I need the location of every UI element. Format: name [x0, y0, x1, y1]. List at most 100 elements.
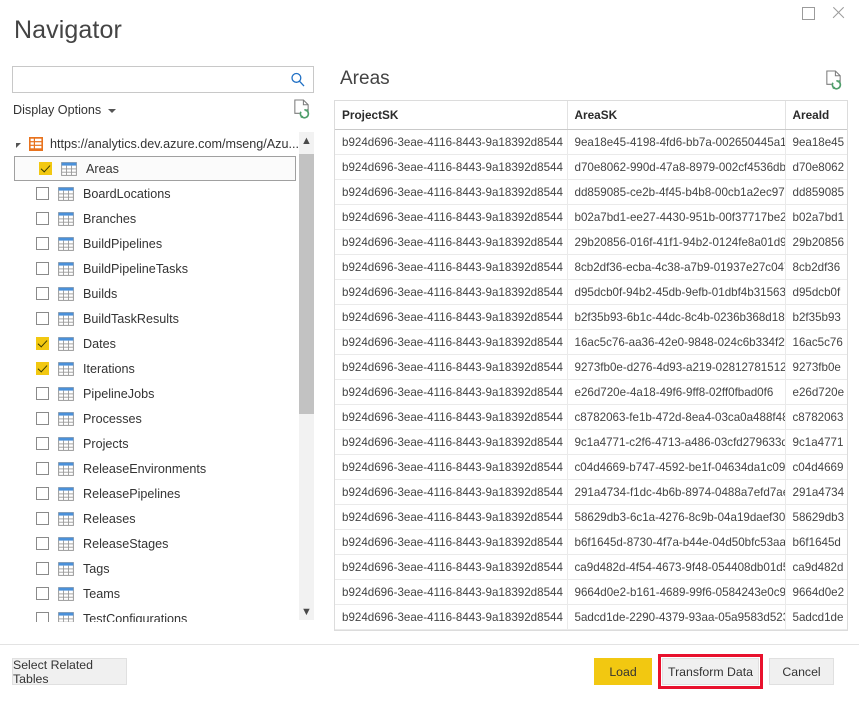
tree-item-tags[interactable]: Tags: [12, 556, 300, 581]
table-row[interactable]: b924d696-3eae-4116-8443-9a18392d8544 c04d…: [335, 454, 847, 480]
table-row[interactable]: b924d696-3eae-4116-8443-9a18392d8544 5adc…: [335, 604, 847, 630]
table-cell: 16ac5c76: [785, 329, 847, 355]
table-row[interactable]: b924d696-3eae-4116-8443-9a18392d8544 9c1a…: [335, 429, 847, 455]
search-input[interactable]: [19, 67, 291, 94]
scrollbar-thumb[interactable]: [299, 154, 314, 414]
tree-item-releasepipelines[interactable]: ReleasePipelines: [12, 481, 300, 506]
table-row[interactable]: b924d696-3eae-4116-8443-9a18392d8544 9664…: [335, 579, 847, 605]
table-row[interactable]: b924d696-3eae-4116-8443-9a18392d8544 b2f3…: [335, 304, 847, 330]
title-bar: [0, 0, 859, 26]
tree-item-buildpipelinetasks[interactable]: BuildPipelineTasks: [12, 256, 300, 281]
search-icon[interactable]: [290, 71, 306, 88]
table-cell: b02a7bd1-ee27-4430-951b-00f37717be21: [567, 204, 786, 230]
table-row[interactable]: b924d696-3eae-4116-8443-9a18392d8544 b02a…: [335, 204, 847, 230]
table-cell: b924d696-3eae-4116-8443-9a18392d8544: [335, 229, 568, 255]
table-cell: 58629db3-6c1a-4276-8c9b-04a19daef30a: [567, 504, 786, 530]
maximize-button[interactable]: [793, 2, 823, 24]
checkbox[interactable]: [36, 237, 49, 250]
checkbox[interactable]: [36, 362, 49, 375]
column-header-areaid[interactable]: AreaId: [785, 101, 847, 130]
tree-item-buildtaskresults[interactable]: BuildTaskResults: [12, 306, 300, 331]
column-header-projectsk[interactable]: ProjectSK: [335, 101, 568, 130]
checkbox[interactable]: [36, 437, 49, 450]
chevron-down-icon[interactable]: ▼: [299, 603, 314, 620]
table-row[interactable]: b924d696-3eae-4116-8443-9a18392d8544 8cb2…: [335, 254, 847, 280]
tree-item-processes[interactable]: Processes: [12, 406, 300, 431]
tree-item-list: Areas BoardLocations Branches BuildPipeline…: [12, 156, 300, 622]
table-icon: [58, 186, 74, 201]
tree-item-label: TestConfigurations: [83, 611, 188, 623]
tree-item-boardlocations[interactable]: BoardLocations: [12, 181, 300, 206]
column-header-areask[interactable]: AreaSK: [567, 101, 786, 130]
tree-item-builds[interactable]: Builds: [12, 281, 300, 306]
table-cell: e26d720e-4a18-49f6-9ff8-02ff0fbad0f6: [567, 379, 786, 405]
tree-item-releaseenvironments[interactable]: ReleaseEnvironments: [12, 456, 300, 481]
tree-item-iterations[interactable]: Iterations: [12, 356, 300, 381]
tree-item-dates[interactable]: Dates: [12, 331, 300, 356]
table-row[interactable]: b924d696-3eae-4116-8443-9a18392d8544 d70e…: [335, 154, 847, 180]
tree-item-projects[interactable]: Projects: [12, 431, 300, 456]
table-row[interactable]: b924d696-3eae-4116-8443-9a18392d8544 16ac…: [335, 329, 847, 355]
checkbox[interactable]: [36, 412, 49, 425]
checkbox[interactable]: [36, 337, 49, 350]
table-row[interactable]: b924d696-3eae-4116-8443-9a18392d8544 9273…: [335, 354, 847, 380]
table-cell: b924d696-3eae-4116-8443-9a18392d8544: [335, 154, 568, 180]
tree-item-buildpipelines[interactable]: BuildPipelines: [12, 231, 300, 256]
load-button[interactable]: Load: [594, 658, 652, 685]
close-button[interactable]: [823, 2, 853, 24]
preview-grid[interactable]: ProjectSK AreaSK AreaId b924d696-3eae-4116…: [334, 100, 848, 631]
refresh-document-icon[interactable]: [292, 99, 311, 120]
tree-item-branches[interactable]: Branches: [12, 206, 300, 231]
triangle-expanded-icon[interactable]: [16, 142, 21, 148]
table-cell: b924d696-3eae-4116-8443-9a18392d8544: [335, 429, 568, 455]
tree-root-node[interactable]: https://analytics.dev.azure.com/mseng/Az…: [12, 132, 300, 156]
tree-item-teams[interactable]: Teams: [12, 581, 300, 606]
table-row[interactable]: b924d696-3eae-4116-8443-9a18392d8544 ca9d…: [335, 554, 847, 580]
checkbox[interactable]: [39, 162, 52, 175]
table-row[interactable]: b924d696-3eae-4116-8443-9a18392d8544 29b2…: [335, 229, 847, 255]
table-row[interactable]: b924d696-3eae-4116-8443-9a18392d8544 9ea1…: [335, 129, 847, 155]
tree-item-areas[interactable]: Areas: [14, 156, 296, 181]
table-row[interactable]: b924d696-3eae-4116-8443-9a18392d8544 b6f1…: [335, 529, 847, 555]
table-cell: b02a7bd1: [785, 204, 847, 230]
checkbox[interactable]: [36, 387, 49, 400]
chevron-up-icon[interactable]: ▲: [299, 132, 314, 149]
checkbox[interactable]: [36, 562, 49, 575]
checkbox[interactable]: [36, 312, 49, 325]
table-row[interactable]: b924d696-3eae-4116-8443-9a18392d8544 291a…: [335, 479, 847, 505]
cancel-button[interactable]: Cancel: [769, 658, 834, 685]
display-options-dropdown[interactable]: Display Options: [13, 103, 117, 117]
table-icon: [58, 411, 74, 426]
checkbox[interactable]: [36, 487, 49, 500]
transform-data-button[interactable]: Transform Data: [662, 658, 759, 685]
checkbox[interactable]: [36, 537, 49, 550]
checkbox[interactable]: [36, 512, 49, 525]
checkbox[interactable]: [36, 612, 49, 622]
tree-item-testconfigurations[interactable]: TestConfigurations: [12, 606, 300, 622]
search-box[interactable]: [12, 66, 314, 94]
checkbox[interactable]: [36, 462, 49, 475]
tree-item-releases[interactable]: Releases: [12, 506, 300, 531]
table-cell: 29b20856: [785, 229, 847, 255]
select-related-tables-button[interactable]: Select Related Tables: [12, 658, 127, 686]
table-row[interactable]: b924d696-3eae-4116-8443-9a18392d8544 dd85…: [335, 179, 847, 205]
tree-item-releasestages[interactable]: ReleaseStages: [12, 531, 300, 556]
refresh-document-icon[interactable]: [824, 70, 843, 91]
table-cell: 8cb2df36: [785, 254, 847, 280]
checkbox[interactable]: [36, 287, 49, 300]
checkbox[interactable]: [36, 262, 49, 275]
checkbox[interactable]: [36, 587, 49, 600]
table-cell: b924d696-3eae-4116-8443-9a18392d8544: [335, 579, 568, 605]
checkbox[interactable]: [36, 187, 49, 200]
table-row[interactable]: b924d696-3eae-4116-8443-9a18392d8544 5862…: [335, 504, 847, 530]
table-icon: [58, 561, 74, 576]
table-cell: b2f35b93-6b1c-44dc-8c4b-0236b368d18f: [567, 304, 786, 330]
tree-item-label: ReleaseEnvironments: [83, 461, 207, 476]
table-cell: d95dcb0f: [785, 279, 847, 305]
checkbox[interactable]: [36, 212, 49, 225]
table-row[interactable]: b924d696-3eae-4116-8443-9a18392d8544 d95d…: [335, 279, 847, 305]
tree-item-pipelinejobs[interactable]: PipelineJobs: [12, 381, 300, 406]
tree-vertical-scrollbar[interactable]: ▲ ▼: [299, 132, 314, 620]
table-row[interactable]: b924d696-3eae-4116-8443-9a18392d8544 c878…: [335, 404, 847, 430]
table-row[interactable]: b924d696-3eae-4116-8443-9a18392d8544 e26d…: [335, 379, 847, 405]
